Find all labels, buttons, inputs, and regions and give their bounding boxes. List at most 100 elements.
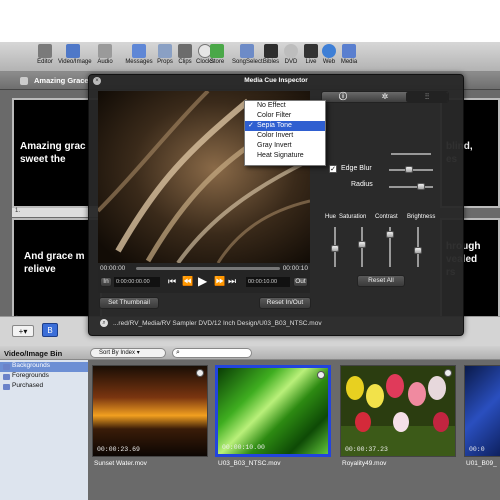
effects-panel: ⓘ ✲ ⫶⫶ ✓ Edge Blur Radius Hue Saturation… (321, 91, 459, 291)
media-icon (342, 44, 356, 58)
toolbar-label: Store (209, 59, 225, 65)
saturation-label: Saturation (339, 214, 367, 220)
search-icon[interactable]: ⌕ (100, 319, 108, 327)
effects-dropdown[interactable]: No Effect Color Filter ✓ Sepia Tone Color… (244, 100, 326, 166)
toolbar-label: Audio (97, 59, 113, 65)
slider-knob[interactable] (405, 166, 413, 173)
tulips-image (341, 366, 455, 456)
slider-knob[interactable] (386, 231, 394, 238)
add-button[interactable]: +▾ (12, 325, 34, 337)
brightness-label: Brightness (407, 214, 436, 220)
effect-option[interactable]: Color Filter (245, 111, 325, 121)
toolbar-editor[interactable]: Editor (30, 44, 60, 65)
thumbnail-selected[interactable]: 00:00:10.00 (215, 365, 331, 457)
badge-icon (444, 369, 452, 377)
sort-select[interactable]: Sort By Index ▾ (90, 348, 166, 358)
time-start: 00:00:00 (100, 265, 126, 272)
thumb-time: 00:0 (469, 446, 485, 453)
edge-blur-checkbox[interactable]: ✓ (329, 165, 337, 173)
info-icon[interactable]: ⓘ (322, 92, 364, 102)
thumb-time: 00:00:37.23 (345, 446, 388, 453)
bin-category-backgrounds[interactable]: Backgrounds (0, 362, 88, 372)
contrast-label: Contrast (375, 214, 398, 220)
thumb-name: U03_B03_NTSC.mov (218, 460, 281, 467)
inspector-title: Media Cue Inspector (244, 77, 308, 84)
badge-icon (196, 369, 204, 377)
toolbar-label: Video/Image (58, 59, 92, 65)
bin-category-purchased[interactable]: Purchased (0, 382, 88, 392)
set-thumbnail-button[interactable]: Set Thumbnail (99, 297, 159, 309)
radius-slider[interactable] (389, 186, 433, 188)
out-time[interactable]: 00:00:10.00 (246, 277, 290, 287)
effect-option[interactable]: Gray Invert (245, 141, 325, 151)
inspector-tabs: ⓘ ✲ ⫶⫶ (321, 91, 449, 103)
toolbar-label: Messages (125, 59, 153, 65)
bin-header: Video/Image Bin Sort By Index ▾ ⌕ (0, 346, 500, 360)
skip-end-icon[interactable]: ⏭ (228, 276, 236, 287)
folder-icon (3, 374, 10, 380)
in-time[interactable]: 0:00:00:00.00 (114, 277, 160, 287)
thumb-name: Sunset Water.mov (94, 460, 147, 467)
thumbnail[interactable]: 00:00:37.23 (340, 365, 456, 457)
editor-icon (38, 44, 52, 58)
thumb-time: 00:00:23.69 (97, 446, 140, 453)
category-label: Backgrounds (12, 362, 50, 369)
folder-icon (3, 364, 10, 370)
slider-knob[interactable] (358, 241, 366, 248)
effect-option[interactable]: Color Invert (245, 131, 325, 141)
songselect-icon (240, 44, 254, 58)
thumbnail[interactable]: 00:00:23.69 (92, 365, 208, 457)
media-path: ...red/RV_Media/RV Sampler DVD/12 Inch D… (113, 320, 322, 327)
main-toolbar: Editor Video/Image Audio Messages Props … (0, 42, 500, 72)
reset-in-out-button[interactable]: Reset In/Out (259, 297, 311, 309)
collapse-icon[interactable] (20, 77, 28, 85)
reset-all-button[interactable]: Reset All (357, 275, 405, 287)
slider-knob[interactable] (414, 247, 422, 254)
bin-categories: Backgrounds Foregrounds Purchased (0, 360, 88, 500)
bin-category-foregrounds[interactable]: Foregrounds (0, 372, 88, 382)
toolbar-video-image[interactable]: Video/Image (58, 44, 92, 65)
out-button[interactable]: Out (293, 277, 308, 287)
text-style-button[interactable]: B (42, 323, 58, 337)
thumbnail[interactable]: 00:0 (464, 365, 500, 457)
effect-label: Heat Signature (257, 152, 304, 159)
toolbar-store[interactable]: Store (202, 44, 232, 65)
play-icon[interactable]: ▶ (198, 274, 207, 288)
slider-knob[interactable] (331, 245, 339, 252)
effect-label: Color Invert (257, 132, 294, 139)
section-title: Amazing Grace (34, 76, 89, 85)
checkmark-icon: ✓ (248, 122, 254, 129)
toolbar-label: Editor (37, 59, 53, 65)
effect-option[interactable]: No Effect (245, 101, 325, 111)
bin-title: Video/Image Bin (4, 349, 63, 358)
search-input[interactable]: ⌕ (172, 348, 252, 358)
gear-icon[interactable]: ✲ (364, 92, 406, 102)
effect-label: Sepia Tone (257, 122, 292, 129)
effect-option-selected[interactable]: ✓ Sepia Tone (245, 121, 325, 131)
folder-icon (3, 384, 10, 390)
in-button[interactable]: In (100, 277, 112, 287)
slider-knob[interactable] (417, 183, 425, 190)
messages-icon (132, 44, 146, 58)
rewind-icon[interactable]: ⏪ (182, 276, 193, 287)
sliders-icon[interactable]: ⫶⫶ (406, 92, 448, 102)
toolbar-media[interactable]: Media (334, 44, 364, 65)
store-icon (210, 44, 224, 58)
effect-option[interactable]: Heat Signature (245, 151, 325, 161)
effect-label: Color Filter (257, 112, 292, 119)
radius-label: Radius (351, 181, 373, 188)
toolbar-audio[interactable]: Audio (90, 44, 120, 65)
hidden-slider[interactable] (391, 153, 431, 155)
search-icon: ⌕ (176, 349, 180, 356)
audio-icon (98, 44, 112, 58)
edge-blur-label: Edge Blur (341, 165, 372, 172)
time-end: 00:00:10 (282, 265, 308, 272)
scrubber[interactable] (136, 267, 280, 270)
fast-forward-icon[interactable]: ⏩ (214, 276, 225, 287)
video-image-icon (66, 44, 80, 58)
badge-icon (317, 371, 325, 379)
rewind-start-icon[interactable]: ⏮ (168, 276, 176, 287)
effect-label: No Effect (257, 102, 286, 109)
effect-label: Gray Invert (257, 142, 292, 149)
top-blank (0, 0, 500, 42)
